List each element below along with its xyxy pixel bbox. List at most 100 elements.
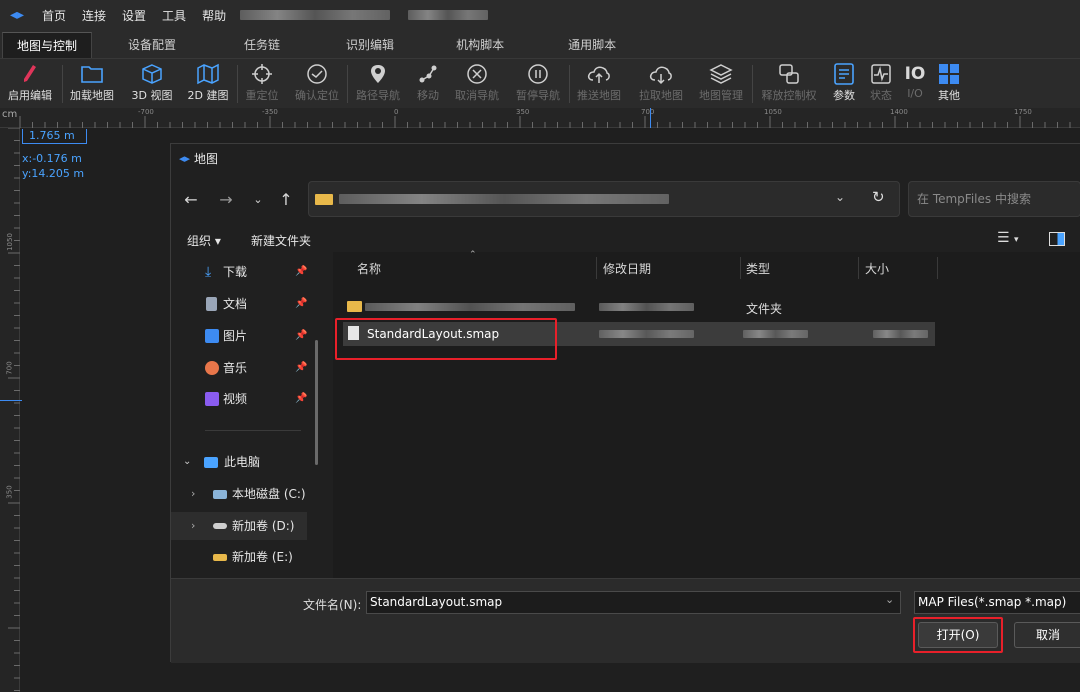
3d-view-button[interactable]: 3D 视图	[124, 61, 180, 107]
crosshair-icon	[238, 61, 286, 87]
chevron-right-icon[interactable]: ›	[191, 512, 195, 540]
ruler-tick-label: -700	[138, 108, 154, 116]
menu-item-settings[interactable]: 设置	[122, 7, 146, 24]
tab-task-chain[interactable]: 任务链	[230, 32, 294, 58]
sidebar-item-drive-d[interactable]: › 新加卷 (D:)	[171, 512, 307, 540]
ruler-ticks	[19, 116, 1071, 128]
drive-icon	[213, 523, 227, 529]
address-bar[interactable]: ⌄ ↻	[308, 181, 900, 217]
dialog-titlebar: ◂▸ 地图	[171, 144, 1080, 172]
sidebar-item-music[interactable]: 音乐 📌	[171, 354, 311, 382]
ribbon-tabs: 地图与控制 设备配置 任务链 识别编辑 机构脚本 通用脚本	[0, 30, 1080, 58]
file-type-filter[interactable]: MAP Files(*.smap *.map)	[914, 591, 1080, 614]
move-button[interactable]: 移动	[408, 61, 448, 107]
blurred-text	[873, 330, 928, 338]
sort-up-icon: ⌃	[469, 250, 477, 260]
forward-arrow-icon[interactable]: →	[214, 188, 238, 212]
column-header-modified[interactable]: 修改日期	[603, 260, 651, 277]
sidebar-item-this-pc[interactable]: ⌄ 此电脑	[171, 448, 311, 476]
file-list: ⌃ 名称 修改日期 类型 大小 文件夹 StandardLayout.smap	[333, 250, 1080, 578]
menu-item-home[interactable]: 首页	[42, 7, 66, 24]
document-icon	[206, 297, 217, 311]
ruler-tick-label: 700	[5, 361, 14, 375]
ruler-tick-label: 0	[394, 108, 399, 116]
io-button[interactable]: IO I/O	[900, 61, 930, 107]
up-arrow-icon[interactable]: ↑	[274, 188, 298, 212]
pull-map-button[interactable]: 拉取地图	[634, 61, 688, 107]
grid-icon	[932, 61, 966, 87]
preview-pane-icon[interactable]	[1049, 232, 1065, 246]
ruler-tick-label: 1400	[890, 108, 908, 116]
cube-icon	[124, 61, 180, 87]
load-map-button[interactable]: 加载地图	[64, 61, 120, 107]
column-header-type[interactable]: 类型	[746, 260, 770, 277]
cancel-navigation-button[interactable]: 取消导航	[450, 61, 504, 107]
chevron-down-icon[interactable]: ⌄	[835, 190, 845, 204]
chevron-right-icon[interactable]: ›	[191, 480, 195, 508]
file-row-folder[interactable]: 文件夹	[343, 296, 935, 320]
blurred-text	[365, 303, 575, 311]
check-circle-icon	[290, 61, 344, 87]
vertical-ruler: 1050 700 350	[0, 128, 20, 692]
confirm-location-button[interactable]: 确认定位	[290, 61, 344, 107]
sidebar-item-downloads[interactable]: ⤓ 下载 📌	[171, 258, 311, 286]
sidebar-item-documents[interactable]: 文档 📌	[171, 290, 311, 318]
menu-item-help[interactable]: 帮助	[202, 7, 226, 24]
chevron-down-icon[interactable]: ⌄	[246, 188, 270, 212]
other-button[interactable]: 其他	[932, 61, 966, 107]
pause-navigation-button[interactable]: 暂停导航	[511, 61, 565, 107]
status-button[interactable]: 状态	[864, 61, 898, 107]
path-navigation-button[interactable]: 路径导航	[352, 61, 404, 107]
dialog-title: 地图	[194, 151, 219, 166]
new-folder-button[interactable]: 新建文件夹	[251, 232, 311, 249]
organize-menu[interactable]: 组织 ▾	[187, 232, 221, 249]
refresh-icon[interactable]: ↻	[872, 188, 885, 206]
drive-icon	[213, 554, 227, 561]
relocate-button[interactable]: 重定位	[238, 61, 286, 107]
sidebar-item-pictures[interactable]: 图片 📌	[171, 322, 311, 350]
menu-item-tools[interactable]: 工具	[162, 7, 186, 24]
column-header-name[interactable]: 名称	[357, 260, 381, 277]
computer-icon	[204, 457, 218, 468]
column-header-size[interactable]: 大小	[865, 260, 889, 277]
enable-edit-button[interactable]: 启用编辑	[2, 61, 58, 107]
push-map-button[interactable]: 推送地图	[573, 61, 625, 107]
chevron-down-icon[interactable]: ⌄	[885, 593, 894, 606]
drive-icon	[213, 490, 227, 499]
move-icon	[408, 61, 448, 87]
filename-input[interactable]: StandardLayout.smap ⌄	[366, 591, 901, 614]
blurred-text	[743, 330, 808, 338]
sidebar-item-drive-c[interactable]: › 本地磁盘 (C:)	[171, 480, 311, 508]
tab-mechanism-script[interactable]: 机构脚本	[442, 32, 518, 58]
blurred-text	[339, 194, 669, 204]
open-file-dialog: ◂▸ 地图 ← → ⌄ ↑ ⌄ ↻ 在 TempFiles 中搜索 组织 ▾ 新…	[170, 143, 1080, 663]
folder-icon	[347, 301, 362, 312]
blurred-text	[240, 10, 391, 20]
cancel-button[interactable]: 取消	[1014, 622, 1080, 648]
tab-device-config[interactable]: 设备配置	[114, 32, 190, 58]
sidebar-item-drive-e[interactable]: 新加卷 (E:)	[171, 543, 311, 571]
back-arrow-icon[interactable]: ←	[179, 188, 203, 212]
blurred-text	[599, 330, 694, 338]
blurred-text	[408, 10, 489, 20]
tab-general-script[interactable]: 通用脚本	[554, 32, 630, 58]
search-input[interactable]: 在 TempFiles 中搜索	[908, 181, 1080, 217]
sidebar-item-videos[interactable]: 视频 📌	[171, 385, 311, 413]
tab-recognition-edit[interactable]: 识别编辑	[332, 32, 408, 58]
parameters-button[interactable]: 参数	[826, 61, 862, 107]
navigation-pane: ⤓ 下载 📌 文档 📌 图片 📌 音乐 📌 视频 📌 ⌄ 此电脑 › 本地磁盘 …	[171, 252, 323, 578]
menu-item-connect[interactable]: 连接	[82, 7, 106, 24]
download-icon: ⤓	[205, 264, 212, 280]
dialog-footer: 文件名(N): StandardLayout.smap ⌄ MAP Files(…	[171, 578, 1080, 663]
ruler-tick-label: 350	[516, 108, 530, 116]
tab-map-control[interactable]: 地图与控制	[2, 32, 93, 58]
command-bar: 组织 ▾ 新建文件夹 ☰ ▾	[171, 228, 1080, 252]
2d-mapping-button[interactable]: 2D 建图	[180, 61, 236, 107]
view-options-icon[interactable]: ☰ ▾	[997, 230, 1019, 246]
location-pin-icon	[352, 61, 404, 87]
release-control-button[interactable]: 释放控制权	[756, 61, 822, 107]
app-logo-icon: ◂▸	[9, 7, 25, 23]
chevron-down-icon[interactable]: ⌄	[183, 448, 191, 476]
map-management-button[interactable]: 地图管理	[694, 61, 748, 107]
sidebar-scrollbar[interactable]	[315, 340, 318, 465]
